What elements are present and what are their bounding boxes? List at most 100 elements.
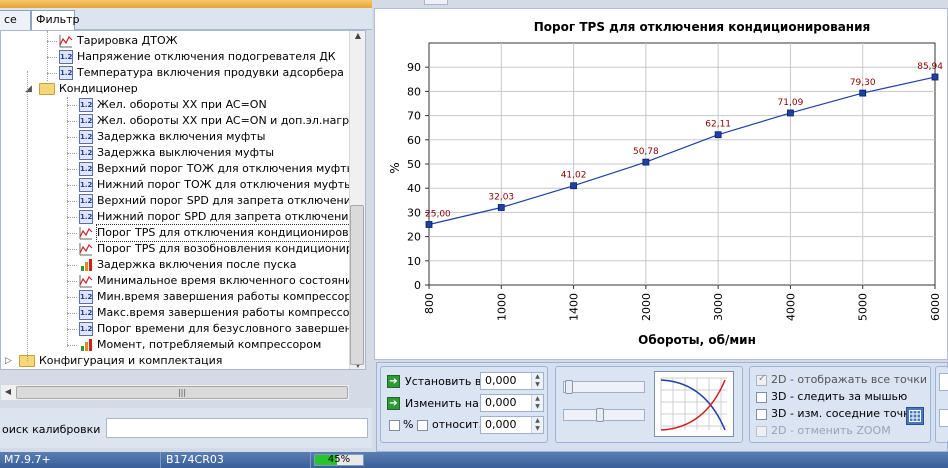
tree-item-label: Макс.время завершения работы компрессора [97,306,364,319]
extra-field-2[interactable] [939,409,948,427]
tree-item-label: Порог TPS для отключения кондиционирован… [95,224,365,242]
tree-item[interactable]: Минимальное время включенного состояния … [1,273,365,289]
change-value-button[interactable]: ➔ [387,397,400,410]
curve-preview-button[interactable] [654,371,734,437]
slider-2-thumb[interactable] [596,408,604,422]
tree-item[interactable]: Порог TPS для отключения кондиционирован… [1,224,365,242]
tree-item[interactable]: 1.2 Температура включения продувки адсорб… [1,65,349,81]
tps-threshold-chart[interactable]: 0 10 20 30 40 50 60 70 80 90 800 1000 1400 2000 3000 40… [375,9,948,361]
tree-item-label: Порог времени для безусловного завершени… [97,322,366,335]
data-point[interactable] [425,221,433,228]
tree-connector [67,233,77,234]
tree-item-label: Нижний порог ТОЖ для отключения муфты [97,178,353,191]
tree-item-label: Минимальное время включенного состояния … [97,274,366,287]
data-label: 79,30 [850,78,876,88]
set-value-button[interactable]: ➔ [387,375,400,388]
scroll-left-icon[interactable]: ◀ [1,387,15,396]
tree-guide [47,31,48,81]
tree-item[interactable]: 1.2 Верхний порог SPD для запрета отключе… [1,193,365,209]
number-1.2-icon: 1.2 [79,306,93,320]
y-tick-label: 70 [407,110,421,123]
relative-checkbox[interactable] [417,420,428,431]
show-all-points-checkbox[interactable]: ✓ [756,373,767,386]
relative-value-field[interactable]: 0,000 ▲ ▼ [480,416,544,434]
data-point[interactable] [787,109,794,117]
set-value-spinner[interactable]: ▲ ▼ [531,373,543,389]
tree-connector [67,137,77,138]
data-point[interactable] [859,89,867,97]
data-label: 50,78 [633,147,659,157]
right-tab-stub[interactable] [424,0,448,5]
calibration-tree[interactable]: Тарировка ДТОЖ 1.2 Напряжение отключения п… [0,30,366,370]
relative-value-spinner[interactable]: ▲ ▼ [531,417,543,433]
grid-table-button[interactable] [906,407,924,425]
tree-item[interactable]: Тарировка ДТОЖ [1,33,349,49]
number-1.2-icon: 1.2 [79,114,93,128]
tree-guide [67,97,68,347]
y-tick-label: 80 [407,85,421,98]
tree-connector [47,73,57,74]
percent-checkbox[interactable] [389,420,400,431]
y-tick-label: 10 [407,255,421,268]
x-tick-label: 800 [423,293,436,314]
tree-item[interactable]: 1.2 Жел. обороты ХХ при AC=ON и доп.эл.на… [1,113,365,129]
data-label: 85,94 [917,62,943,72]
tree-vertical-scroll-thumb[interactable] [350,205,364,365]
x-tick-label: 3000 [712,293,725,321]
tree-horizontal-scroll-thumb[interactable]: ||| [16,386,348,399]
tab-first[interactable]: се [0,10,31,30]
change-value-field[interactable]: 0,000 ▲ ▼ [480,394,544,412]
y-tick-label: 30 [407,206,421,219]
data-point[interactable] [570,182,577,190]
tree-item[interactable]: 1.2 Нижний порог SPD для запрета отключен… [1,209,365,225]
tree-item-label: Жел. обороты ХХ при AC=ON [97,98,267,111]
tree-item[interactable]: 1.2 Макс.время завершения работы компресс… [1,305,363,321]
tree-connector [67,217,77,218]
follow-mouse-checkbox[interactable] [756,392,767,403]
tree-connector [67,329,77,330]
search-input[interactable] [106,418,368,438]
tree-item-label: Тарировка ДТОЖ [77,34,178,47]
tree-guide [27,71,28,361]
tree-item[interactable]: 1.2 Задержка включения муфты [1,129,349,145]
number-1.2-icon: 1.2 [79,130,93,144]
tree-item[interactable]: 1.2 Мин.время завершения работы компрессо… [1,289,358,305]
tree-item[interactable]: Задержка включения после пуска [1,257,349,273]
tab-filter[interactable]: Фильтр [31,10,80,30]
tree-item[interactable]: 1.2 Задержка выключения муфты [1,145,349,161]
tree-item[interactable]: 1.2 Верхний порог ТОЖ для отключения муфт… [1,161,355,177]
data-label: 25,00 [425,210,451,220]
grip-icon: ||| [177,388,187,397]
folder-icon [39,83,55,95]
data-point[interactable] [642,158,650,166]
arrow-right-icon: ➔ [389,398,398,409]
change-value-spinner[interactable]: ▲ ▼ [531,395,543,411]
y-tick-label: 20 [407,231,421,244]
tree-item[interactable]: Порог TPS для возобновления кондициониро… [1,241,365,257]
scroll-up-icon[interactable]: ▲ [351,31,365,40]
tree-item[interactable]: 1.2 Нижний порог ТОЖ для отключения муфты [1,177,353,193]
tree-item[interactable]: 1.2 Жел. обороты ХХ при AC=ON [1,97,349,113]
y-tick-label: 90 [407,61,421,74]
expand-icon[interactable]: ▷ [5,353,12,369]
data-point[interactable] [714,131,722,139]
data-label: 41,02 [561,171,587,181]
tree-item[interactable]: 1.2 Напряжение отключения подогревателя Д… [1,49,349,65]
horizontal-slider-1[interactable] [563,381,645,393]
tree-item-label: Момент, потребляемый компрессором [97,338,322,351]
set-value-field[interactable]: 0,000 ▲ ▼ [480,372,544,390]
tree-item[interactable]: 1.2 Порог времени для безусловного заверш… [1,321,365,337]
slider-1-thumb[interactable] [565,380,573,394]
data-point[interactable] [497,204,505,211]
tree-item[interactable]: ▷ Конфигурация и комплектация [1,353,349,369]
relative-value-text: 0,000 [485,418,517,431]
tree-item[interactable]: Момент, потребляемый компрессором [1,337,349,353]
extra-field-1[interactable] [939,373,948,391]
horizontal-slider-2[interactable] [563,409,645,421]
tree-connector [67,121,77,122]
data-point[interactable] [931,73,939,81]
neighbor-points-checkbox[interactable] [756,409,767,420]
cancel-zoom-checkbox[interactable] [756,426,767,437]
status-ecu: B174CR03 [166,453,224,466]
tree-item[interactable]: ◢ Кондиционер [1,81,349,97]
